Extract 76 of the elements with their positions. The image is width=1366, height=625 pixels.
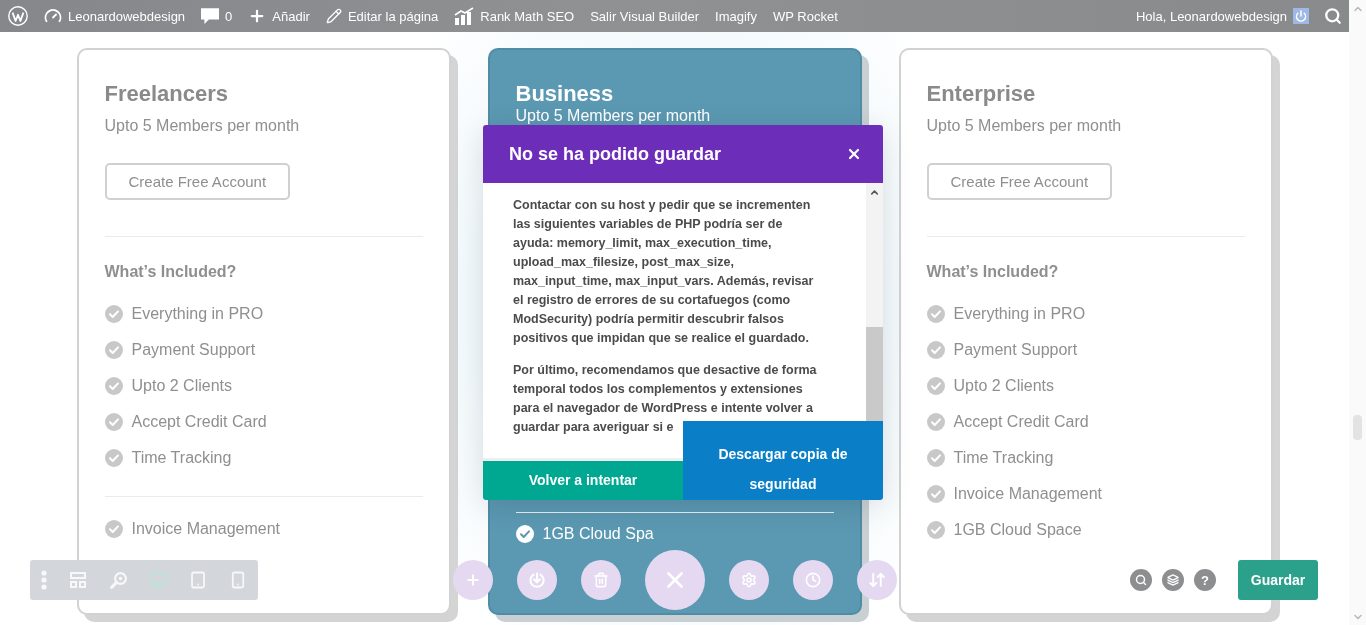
card-title: Freelancers <box>104 81 230 107</box>
feature-text: Payment Support <box>953 340 1078 360</box>
feature-text: Time Tracking <box>131 448 232 468</box>
card-title: Enterprise <box>926 81 1037 107</box>
gauge-icon <box>44 7 62 25</box>
dialog-message: Contactar con su host y pedir que se incrementen las siguientes variables de PHP podría ser de ayuda: memory_limit, max_execution_time, upload_max_filesize, post_max_size, max_input_time, max_input_vars. Además, revisar el registro de errores de su cortafuegos (como ModSecurity) podría permitir descubrir falsos positivos que impidan que se realice el guardado. <box>513 197 815 347</box>
create-account-button[interactable]: Create Free Account <box>926 163 1113 200</box>
search-icon <box>1324 7 1342 25</box>
included-heading: What’s Included? <box>104 262 237 282</box>
power-icon <box>1293 8 1309 24</box>
logo-icon <box>8 6 28 26</box>
feature-text: Accept Credit Card <box>953 412 1089 432</box>
feature-text: Everything in PRO <box>131 304 264 324</box>
feature-text: Upto 2 Clients <box>953 376 1054 396</box>
feature-text: Upto 2 Clients <box>131 376 232 396</box>
bar-chart-icon <box>454 7 475 25</box>
card-subtitle: Upto 5 Members per month <box>515 107 711 125</box>
sort-arrows-icon <box>868 571 886 589</box>
gear-icon <box>741 572 757 588</box>
vertical-dots-icon <box>41 570 47 590</box>
feature-text: Invoice Management <box>953 484 1103 504</box>
pencil-icon <box>325 8 342 24</box>
check-circle-icon <box>926 485 945 503</box>
layers-icon <box>1167 574 1179 586</box>
download-backup-button[interactable]: Descargar copia de seguridad <box>683 421 883 500</box>
retry-button[interactable]: Volver a intentar <box>483 461 683 500</box>
check-circle-icon <box>104 413 123 431</box>
trash-icon <box>593 572 609 588</box>
feature-text: 1GB Cloud Spa <box>542 524 654 544</box>
toolbar-link[interactable]: Salir Visual Builder <box>582 0 708 32</box>
feature-text: Accept Credit Card <box>131 412 267 432</box>
check-circle-icon <box>926 449 945 467</box>
check-circle-icon <box>104 520 123 538</box>
layout-icon <box>70 572 86 588</box>
check-circle-icon <box>104 341 123 359</box>
check-circle-icon <box>104 305 123 323</box>
check-circle-icon <box>926 413 945 431</box>
check-circle-icon <box>926 305 945 323</box>
dialog-title: No se ha podido guardar <box>509 143 722 165</box>
check-circle-icon <box>104 377 123 395</box>
speech-bubble-icon <box>201 8 220 24</box>
site-link[interactable]: Leonardowebdesign <box>36 0 194 32</box>
check-circle-icon <box>104 449 123 467</box>
phone-icon <box>229 571 247 589</box>
feature-text: Invoice Management <box>131 519 281 539</box>
edit-page-link[interactable]: Editar la página <box>317 0 447 32</box>
add-new-link[interactable]: Añadir <box>240 0 318 32</box>
check-circle-icon <box>926 341 945 359</box>
tablet-icon <box>189 571 207 589</box>
feature-text: Payment Support <box>131 340 256 360</box>
feature-text: Time Tracking <box>953 448 1054 468</box>
create-account-button[interactable]: Create Free Account <box>104 163 291 200</box>
scrollbar-thumb[interactable] <box>866 327 883 421</box>
toolbar-link[interactable]: WP Rocket <box>765 0 846 32</box>
card-title: Business <box>515 81 615 107</box>
feature-text: 1GB Cloud Space <box>953 520 1082 540</box>
download-icon <box>529 572 545 588</box>
zoom-icon <box>109 571 127 589</box>
plus-icon <box>465 572 481 588</box>
page-scrollbar[interactable] <box>1349 0 1366 625</box>
card-subtitle: Upto 5 Members per month <box>926 116 1122 136</box>
search-icon <box>1135 574 1147 586</box>
account-link[interactable]: Hola, Leonardowebdesign <box>1127 0 1317 32</box>
comments-link[interactable]: 0 <box>193 0 241 32</box>
dialog-scrollbar[interactable] <box>866 183 883 421</box>
included-heading: What’s Included? <box>926 262 1059 282</box>
clock-icon <box>805 572 821 588</box>
seo-link[interactable]: Rank Math SEO <box>446 0 583 32</box>
feature-text: Everything in PRO <box>953 304 1086 324</box>
card-subtitle: Upto 5 Members per month <box>104 116 300 136</box>
save-button[interactable]: Guardar <box>1238 560 1318 600</box>
toolbar-link[interactable]: Imagify <box>707 0 765 32</box>
close-icon <box>846 146 862 162</box>
check-circle-icon <box>926 521 945 539</box>
check-circle-icon <box>515 525 534 543</box>
check-circle-icon <box>926 377 945 395</box>
